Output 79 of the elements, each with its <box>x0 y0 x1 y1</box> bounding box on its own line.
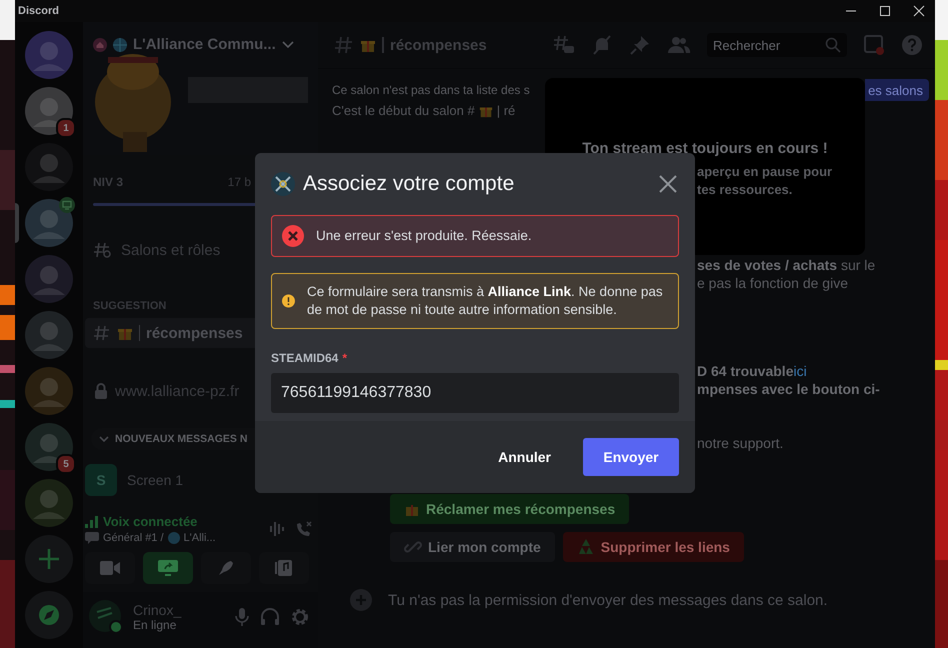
server-icon[interactable] <box>25 255 73 303</box>
intro-text: C'est le début du salon # <box>332 103 475 118</box>
server-icon[interactable] <box>25 479 73 527</box>
voice-control-button[interactable] <box>143 552 193 584</box>
microphone-icon[interactable] <box>234 607 250 627</box>
popup-title: Ton stream est toujours en cours ! <box>581 140 829 157</box>
server-icon[interactable] <box>25 143 73 191</box>
unread-badge: 5 <box>56 454 76 474</box>
message-text: D 64 trouvableici <box>697 363 807 379</box>
message-field: Tu n'as pas la permission d'envoyer des messages dans ce salon. <box>334 582 919 618</box>
maximize-icon[interactable] <box>879 5 891 17</box>
globe-icon <box>113 38 127 52</box>
server-icon[interactable] <box>25 199 73 247</box>
waveform-icon[interactable] <box>268 520 286 538</box>
server-icon[interactable] <box>25 311 73 359</box>
message-text: notre support. <box>697 435 784 451</box>
steamid-field[interactable]: 76561199146377830 <box>271 373 679 413</box>
modal-title: Associez votre compte <box>303 172 514 196</box>
settings-icon[interactable] <box>290 607 310 627</box>
threads-icon[interactable] <box>553 34 575 56</box>
lock-icon <box>93 382 109 400</box>
pin-icon[interactable] <box>629 34 651 56</box>
swords-icon <box>271 172 295 196</box>
close-icon[interactable] <box>913 5 925 17</box>
voice-channel[interactable]: Général #1 / <box>103 532 164 544</box>
alert-text: Ce formulaire sera transmis à Alliance Link. Ne donne pas de mot de passe ni toute autre information sensible. <box>306 283 664 319</box>
inbox-icon[interactable] <box>863 34 885 56</box>
popup-text: aperçu en pause pour <box>697 163 832 181</box>
signal-icon <box>85 516 99 528</box>
required-mark: * <box>342 351 348 365</box>
message-text: e pas la fonction de give <box>697 275 848 291</box>
cancel-button[interactable]: Annuler <box>474 438 575 476</box>
chat-icon <box>85 532 99 544</box>
add-server-icon[interactable] <box>25 535 73 583</box>
recycle-icon <box>576 538 595 556</box>
window-title: Discord <box>18 5 59 17</box>
error-icon <box>282 225 304 247</box>
help-icon[interactable] <box>901 34 923 56</box>
action-button[interactable]: Lier mon compte <box>390 532 555 562</box>
search-field[interactable]: Rechercher <box>707 33 847 57</box>
intro-text: | ré <box>496 103 516 118</box>
server-icon[interactable] <box>25 87 73 135</box>
field-label: STEAMID64 <box>271 351 338 365</box>
voice-status: Voix connectée <box>103 514 198 529</box>
chevron-down-icon[interactable] <box>282 40 294 48</box>
soundboard-icon <box>275 559 293 577</box>
camera-icon <box>100 561 120 575</box>
home-icon <box>93 38 107 52</box>
user-status: En ligne <box>133 618 178 632</box>
server-icon[interactable] <box>25 423 73 471</box>
notice-button[interactable]: es salons <box>865 79 929 101</box>
user-avatar[interactable] <box>89 600 123 634</box>
headphones-icon[interactable] <box>260 607 280 627</box>
action-button[interactable]: Supprimer les liens <box>562 532 744 562</box>
screen-share-icon <box>158 560 178 576</box>
server-icon[interactable] <box>25 367 73 415</box>
chevron-down-icon <box>99 436 109 442</box>
notice-text: Ce salon n'est pas dans ta liste des s <box>332 83 530 97</box>
submit-button[interactable]: Envoyer <box>583 438 679 476</box>
voice-server[interactable]: L'Alli... <box>184 532 216 544</box>
unread-badge: 1 <box>56 118 76 138</box>
members-icon[interactable] <box>667 34 691 56</box>
search-icon <box>825 37 841 53</box>
channels-icon <box>93 240 113 260</box>
globe-icon <box>168 532 180 544</box>
compass-icon[interactable] <box>25 591 73 639</box>
message-link[interactable]: ici <box>793 363 807 379</box>
server-name[interactable]: L'Alliance Commu... <box>133 36 276 53</box>
hashtag-icon <box>334 35 354 55</box>
server-icon[interactable] <box>25 31 73 79</box>
popup-text: tes ressources. <box>697 181 792 199</box>
hashtag-icon <box>93 324 111 342</box>
action-button[interactable]: Réclamer mes récompenses <box>390 494 630 524</box>
alert-text: Une erreur s'est produite. Réessaie. <box>316 227 532 245</box>
message-text: mpenses avec le bouton ci- <box>697 381 880 397</box>
disconnect-icon[interactable] <box>294 519 314 539</box>
new-messages-label: NOUVEAUX MESSAGES N <box>115 433 248 445</box>
message-text: ses de votes / achats sur le <box>697 257 876 273</box>
muted-bell-icon[interactable] <box>591 34 613 56</box>
